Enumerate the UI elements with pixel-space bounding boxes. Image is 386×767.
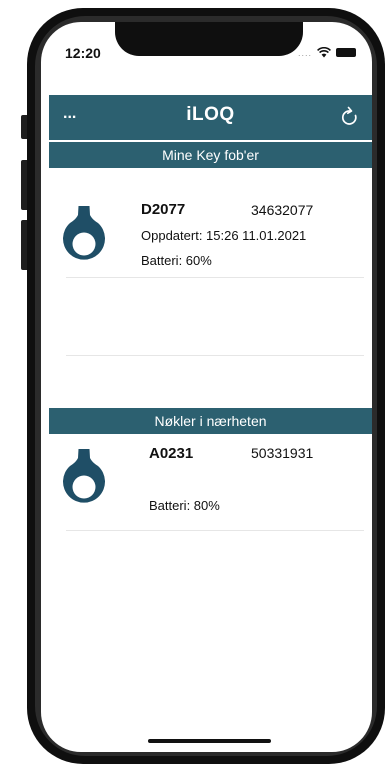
phone-screen: 12:20 .... ... iLOQ Mine Key fob'er D207…: [41, 22, 372, 752]
section-header-my-key-fobs: Mine Key fob'er: [49, 142, 372, 168]
row-divider: [66, 530, 364, 531]
section-header-nearby-keys: Nøkler i nærheten: [49, 408, 372, 434]
fob-name: A0231: [149, 445, 194, 462]
fob-list-item[interactable]: D2077 34632077 Oppdatert: 15:26 11.01.20…: [41, 192, 372, 278]
fob-serial: 34632077: [251, 202, 314, 218]
fob-list-item[interactable]: A0231 50331931 Batteri: 80%: [41, 437, 372, 531]
app-header: ... iLOQ: [49, 95, 372, 140]
key-fob-icon: [63, 206, 105, 268]
home-indicator: [148, 739, 271, 743]
fob-updated: Oppdatert: 15:26 11.01.2021: [141, 228, 307, 243]
fob-battery: Batteri: 80%: [149, 498, 220, 513]
list-divider: [66, 355, 364, 356]
refresh-icon[interactable]: [340, 106, 360, 128]
fob-name: D2077: [141, 201, 186, 218]
phone-notch: [115, 22, 303, 56]
app-logo: iLOQ: [186, 104, 235, 125]
status-icons: ....: [298, 47, 356, 58]
key-fob-icon: [63, 449, 105, 511]
status-time: 12:20: [65, 45, 101, 61]
battery-icon: [336, 48, 356, 57]
fob-serial: 50331931: [251, 445, 314, 461]
wifi-icon: [317, 47, 331, 58]
signal-dots: ....: [297, 47, 312, 58]
fob-battery: Batteri: 60%: [141, 253, 212, 268]
row-divider: [66, 277, 364, 278]
